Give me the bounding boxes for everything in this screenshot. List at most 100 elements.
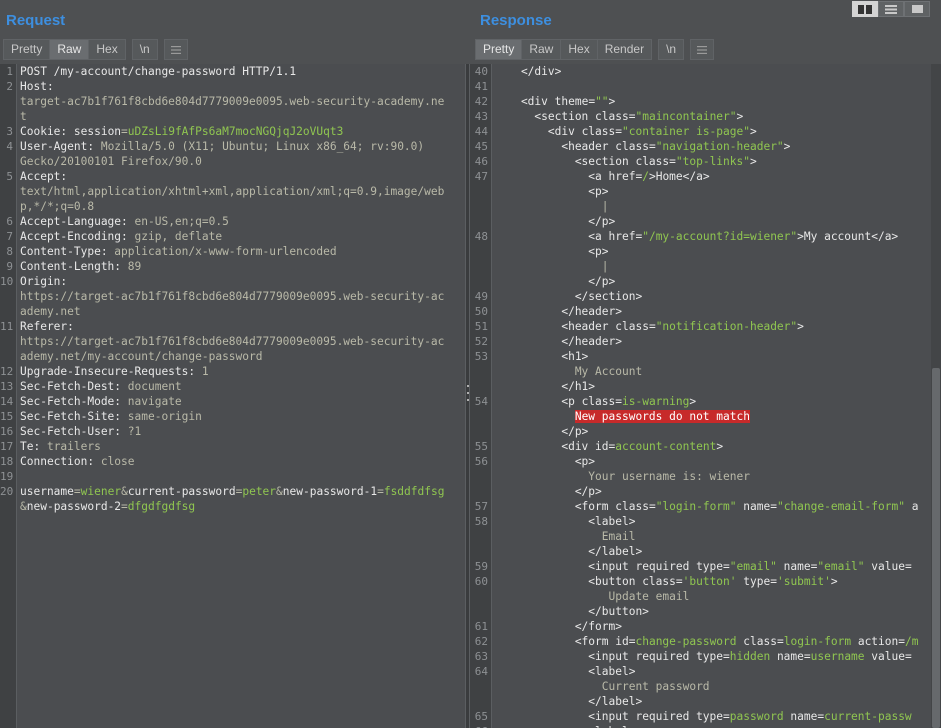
line-content: Te: trailers [20,439,465,454]
line-content: Content-Type: application/x-www-form-url… [20,244,465,259]
response-code-line: 49 </section> [470,289,931,304]
line-content: POST /my-account/change-password HTTP/1.… [20,64,465,79]
response-tab-render[interactable]: Render [597,39,653,60]
code-token: <div [494,440,596,453]
request-code-line: 14 Sec-Fetch-Mode: navigate [0,394,465,409]
stacked-layout-button[interactable] [878,1,904,17]
request-tab-hex[interactable]: Hex [89,39,126,60]
code-token: account-content [615,440,717,453]
code-token: "login-form" [655,500,737,513]
line-content: <input required type=hidden name=usernam… [494,649,931,664]
response-code-line: 54 <p class=is-warning> [470,394,931,409]
line-number: 15 [0,410,14,423]
line-number: 18 [0,455,14,468]
response-scrollbar-thumb[interactable] [932,368,940,728]
response-scrollbar[interactable] [931,64,941,728]
code-token: </header> [494,305,622,318]
code-token: <input [494,650,636,663]
request-pane-title: Request [6,12,66,29]
code-token: close [100,455,135,468]
line-content: <p> [494,454,931,469]
code-token: is-warning [622,395,690,408]
code-token: trailers [46,440,101,453]
line-content: </div> [494,64,931,79]
code-token: session [73,125,122,138]
line-content: <form id=change-password class=login-for… [494,634,931,649]
request-code-line: 8 Content-Type: application/x-www-form-ur… [0,244,465,259]
line-number: 52 [474,335,488,348]
code-token: username [810,650,865,663]
code-token: 1 [201,365,209,378]
request-code-line: 2 Host: [0,79,465,94]
code-token: type [743,575,771,588]
code-token: 'button' [682,575,737,588]
line-content: Host: [20,79,465,94]
code-token: <form [494,500,616,513]
code-token: application/x-www-form-urlencoded [114,245,337,258]
response-tab-hex[interactable]: Hex [561,39,598,60]
line-content: ademy.net [20,304,465,319]
code-token: Referer: [20,320,74,333]
line-number: 65 [474,710,488,723]
line-number: 61 [474,620,488,633]
line-content: ademy.net/my-account/change-password [20,349,465,364]
code-token: /m [905,635,919,648]
code-token: 89 [127,260,142,273]
code-token: Accept-Language: [20,215,135,228]
request-code-line: 15 Sec-Fetch-Site: same-origin [0,409,465,424]
code-token: gzip, deflate [134,230,223,243]
code-token: <form [494,635,616,648]
line-number: 41 [474,80,488,93]
request-editor[interactable]: 1 POST /my-account/change-password HTTP/1… [0,64,465,728]
code-token: navigate [127,395,182,408]
line-number: 12 [0,365,14,378]
request-newline-toggle[interactable]: \n [131,39,158,60]
line-content: </label> [494,544,931,559]
request-tab-pretty[interactable]: Pretty [3,39,51,60]
code-token: = [648,500,656,513]
code-token: <button [494,575,643,588]
line-content: <input required type="email" name="email… [494,559,931,574]
hamburger-menu-icon [170,45,181,54]
response-code-line: My Account [470,364,931,379]
code-token: <label> [494,665,636,678]
response-editor[interactable]: 40 </div> 41 42 <div theme=""> 43 <section … [470,64,931,728]
code-token: "navigation-header" [655,140,784,153]
highlighted-error-text: New passwords do not match [574,410,750,423]
code-token: <label> [494,515,636,528]
line-content: Your username is: wiener [494,469,931,484]
line-number: 13 [0,380,14,393]
code-token: Content-Length: [20,260,128,273]
response-tab-raw[interactable]: Raw [522,39,562,60]
response-lines: 40 </div> 41 42 <div theme=""> 43 <section … [470,64,931,728]
code-token: peter [242,485,277,498]
code-token: p,*/*;q=0.8 [20,200,95,213]
line-content: Accept: [20,169,465,184]
request-code-line: p,*/*;q=0.8 [0,199,465,214]
code-token: > [749,155,757,168]
code-token: > [783,140,791,153]
request-code-line: 10 Origin: [0,274,465,289]
response-menu-button[interactable] [690,39,715,60]
code-token: </p> [494,275,616,288]
code-token: <input [494,560,636,573]
request-code-line: 1 POST /my-account/change-password HTTP/1… [0,64,465,79]
request-code-line: 6 Accept-Language: en-US,en;q=0.5 [0,214,465,229]
line-content: Update email [494,589,931,604]
request-tab-raw[interactable]: Raw [50,39,90,60]
single-pane-layout-button[interactable] [904,1,930,17]
code-token: = [723,710,730,723]
response-code-line: 60 <button class='button' type='submit'> [470,574,931,589]
code-token: </section> [494,290,643,303]
code-token: current-passw [824,710,912,723]
response-tab-pretty[interactable]: Pretty [475,39,523,60]
code-token: ademy.net [20,305,81,318]
divider-grip-icon[interactable] [466,385,469,401]
code-token: "change-email-form" [776,500,905,513]
side-by-side-layout-button[interactable] [852,1,878,17]
code-token: </form> [494,620,622,633]
request-menu-button[interactable] [163,39,188,60]
code-token: class [635,155,670,168]
response-newline-toggle[interactable]: \n [658,39,685,60]
